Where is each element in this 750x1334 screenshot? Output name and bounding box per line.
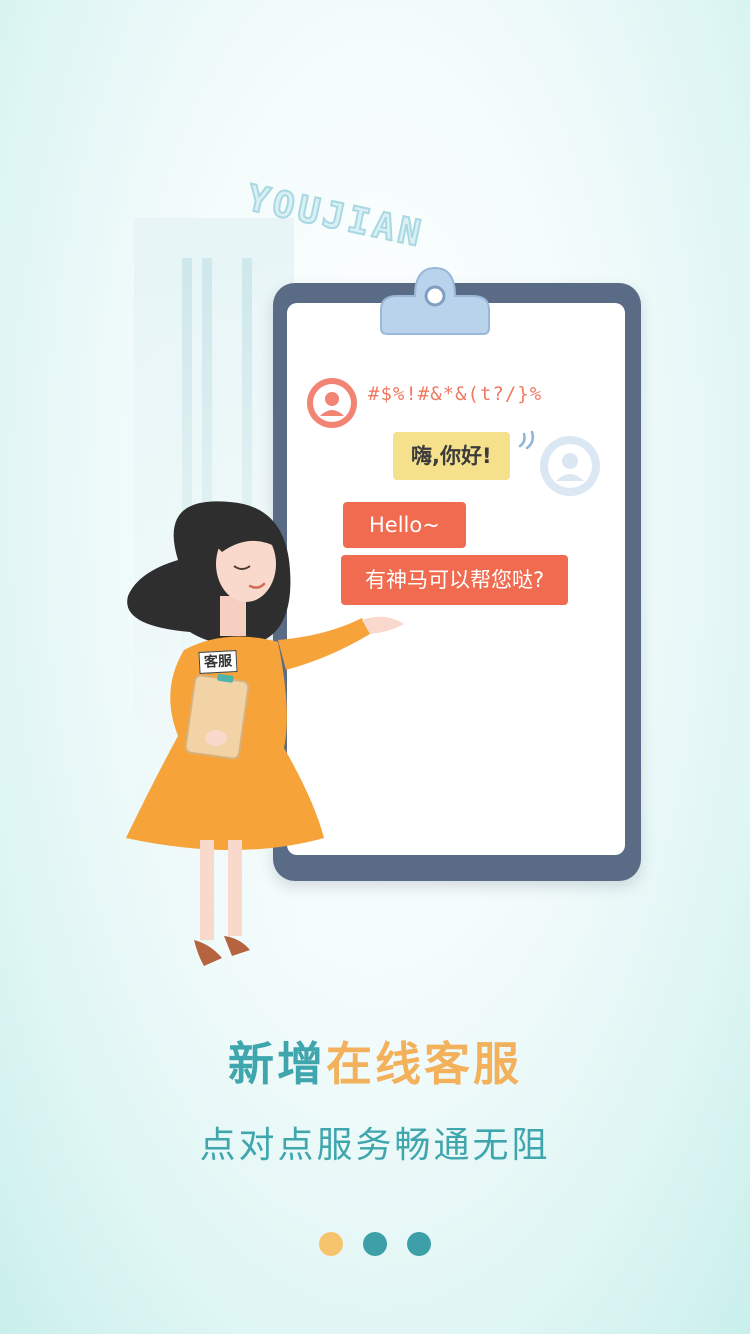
onboarding-illustration: YOUJIAN #$%!#&*&(t?/}% 嗨,你好! Hello~ 有神马可… bbox=[0, 0, 750, 1000]
page-dot[interactable] bbox=[363, 1232, 387, 1256]
agent-name-tag: 客服 bbox=[198, 650, 238, 674]
user-icon bbox=[548, 444, 592, 488]
headline: 新增在线客服 bbox=[0, 1028, 750, 1094]
page-indicator bbox=[0, 1232, 750, 1256]
sound-wave-icon bbox=[518, 430, 535, 450]
support-agent-illustration bbox=[126, 501, 404, 966]
page-dot[interactable] bbox=[319, 1232, 343, 1256]
subtitle: 点对点服务畅通无阻 bbox=[199, 1125, 551, 1166]
headline-lead: 新增 bbox=[228, 1037, 326, 1091]
other-user-avatar bbox=[307, 378, 357, 428]
greeting-bubble: 嗨,你好! bbox=[393, 432, 510, 480]
headline-accent: 在线客服 bbox=[326, 1037, 522, 1091]
page-dot[interactable] bbox=[407, 1232, 431, 1256]
self-user-avatar bbox=[540, 436, 600, 496]
user-icon bbox=[313, 384, 351, 422]
clipboard-clip-icon bbox=[380, 266, 490, 335]
garbled-message: #$%!#&*&(t?/}% bbox=[368, 383, 543, 405]
